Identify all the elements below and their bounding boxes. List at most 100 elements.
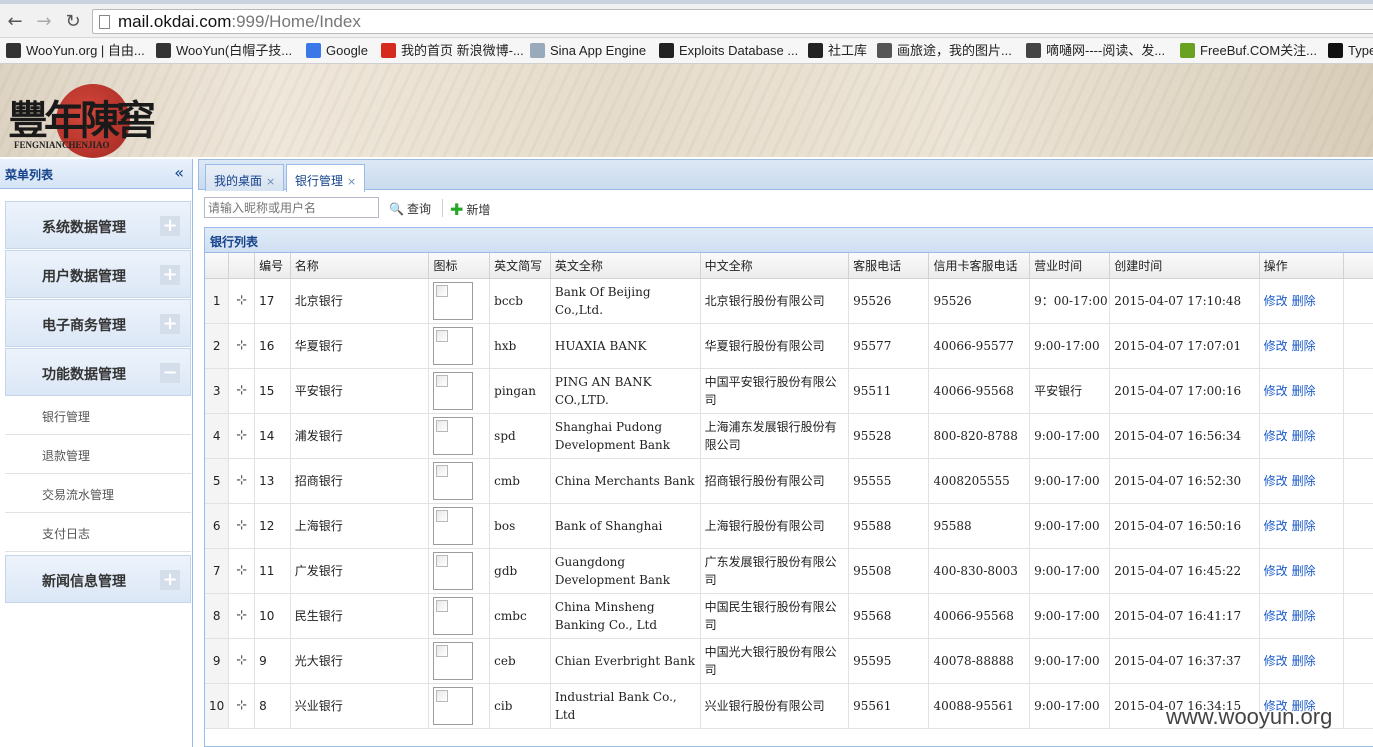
expand-row-icon[interactable]: ⊹ — [228, 683, 256, 729]
column-header[interactable]: 创建时间 — [1109, 253, 1260, 279]
sidebar-item-payment-log[interactable]: 支付日志 — [5, 513, 191, 552]
edit-link[interactable]: 修改 — [1264, 609, 1288, 623]
url-text[interactable]: mail.okdai.com:999/Home/Index — [118, 12, 361, 32]
wooyun-icon — [6, 43, 21, 58]
bookmark-item[interactable]: 画旅途，我的图片... — [877, 42, 1012, 60]
expand-row-icon[interactable]: ⊹ — [228, 503, 256, 549]
delete-link[interactable]: 删除 — [1292, 654, 1316, 668]
table-row[interactable]: 8 ⊹ 10 民生银行 cmbc China Minsheng Banking Co., … — [205, 593, 1373, 639]
edit-link[interactable]: 修改 — [1264, 384, 1288, 398]
back-icon[interactable]: ← — [4, 11, 26, 33]
sidebar-item-transactions[interactable]: 交易流水管理 — [5, 474, 191, 513]
row-number: 1 — [205, 278, 230, 324]
expand-toggle-icon[interactable]: + — [160, 216, 180, 236]
sidebar-item-bank[interactable]: 银行管理 — [5, 396, 191, 435]
edit-link[interactable]: 修改 — [1264, 519, 1288, 533]
table-row[interactable]: 4 ⊹ 14 浦发银行 spd Shanghai Pudong Development B… — [205, 413, 1373, 459]
expand-toggle-icon[interactable]: + — [160, 570, 180, 590]
cell-id: 16 — [254, 323, 291, 369]
close-icon[interactable]: × — [266, 175, 275, 188]
tab-desktop[interactable]: 我的桌面 × — [205, 164, 285, 191]
cell-service-phone: 95528 — [848, 413, 930, 459]
bookmark-item[interactable]: Google — [306, 42, 368, 60]
bookmark-item[interactable]: 社工库 — [808, 42, 867, 60]
sidebar-section-user-data[interactable]: 用户数据管理 + — [5, 250, 191, 298]
delete-link[interactable]: 删除 — [1292, 609, 1316, 623]
bookmark-item[interactable]: Exploits Database ... — [659, 42, 798, 60]
delete-link[interactable]: 删除 — [1292, 564, 1316, 578]
expand-toggle-icon[interactable]: − — [160, 363, 180, 383]
reload-icon[interactable]: ↻ — [62, 11, 84, 33]
bookmark-item[interactable]: Sina App Engine — [530, 42, 646, 60]
sidebar-section-system-data[interactable]: 系统数据管理 + — [5, 201, 191, 249]
expand-row-icon[interactable]: ⊹ — [228, 638, 256, 684]
query-button[interactable]: 🔍 查询 — [389, 200, 431, 217]
delete-link[interactable]: 删除 — [1292, 519, 1316, 533]
column-header[interactable]: 编号 — [254, 253, 291, 279]
tab-bank-management[interactable]: 银行管理 × — [286, 164, 366, 192]
column-header[interactable]: 操作 — [1259, 253, 1345, 279]
edit-link[interactable]: 修改 — [1264, 654, 1288, 668]
delete-link[interactable]: 删除 — [1292, 294, 1316, 308]
cell-business-hours: 9：00-17:00 — [1029, 278, 1111, 324]
search-input[interactable] — [204, 197, 379, 218]
column-header[interactable]: 营业时间 — [1029, 253, 1111, 279]
row-number: 5 — [205, 458, 230, 504]
column-header[interactable]: 英文全称 — [550, 253, 701, 279]
sidebar-item-label: 退款管理 — [42, 449, 91, 463]
expand-row-icon[interactable]: ⊹ — [228, 548, 256, 594]
column-header[interactable]: 中文全称 — [700, 253, 850, 279]
sidebar-title: 菜单列表 — [5, 168, 54, 182]
forward-icon[interactable]: → — [33, 11, 55, 33]
expand-row-icon[interactable]: ⊹ — [228, 413, 256, 459]
delete-link[interactable]: 删除 — [1292, 384, 1316, 398]
bookmark-item[interactable]: 我的首页 新浪微博-... — [381, 42, 524, 60]
table-row[interactable]: 9 ⊹ 9 光大银行 ceb Chian Everbright Bank 中国光大银行股份有… — [205, 638, 1373, 684]
column-header[interactable]: 客服电话 — [848, 253, 930, 279]
bookmark-item[interactable]: FreeBuf.COM关注... — [1180, 42, 1317, 60]
column-header[interactable]: 名称 — [290, 253, 430, 279]
expand-row-icon[interactable]: ⊹ — [228, 278, 256, 324]
table-row[interactable]: 6 ⊹ 12 上海银行 bos Bank of Shanghai 上海银行股份有限公司 955… — [205, 503, 1373, 549]
delete-link[interactable]: 删除 — [1292, 339, 1316, 353]
table-row[interactable]: 3 ⊹ 15 平安银行 pingan PING AN BANK CO.,LTD. 中国平安银… — [205, 368, 1373, 414]
expand-row-icon[interactable]: ⊹ — [228, 593, 256, 639]
table-row[interactable]: 5 ⊹ 13 招商银行 cmb China Merchants Bank 招商银行股份有限公… — [205, 458, 1373, 504]
add-button[interactable]: ✚ 新增 — [450, 200, 490, 219]
column-header[interactable]: 图标 — [428, 253, 491, 279]
bookmark-item[interactable]: WooYun.org | 自由... — [6, 42, 145, 60]
sidebar-item-refund[interactable]: 退款管理 — [5, 435, 191, 474]
collapse-icon[interactable]: « — [174, 163, 184, 182]
edit-link[interactable]: 修改 — [1264, 474, 1288, 488]
bookmark-item[interactable]: Type — [1328, 42, 1373, 60]
delete-link[interactable]: 删除 — [1292, 474, 1316, 488]
table-row[interactable]: 1 ⊹ 17 北京银行 bccb Bank Of Beijing Co.,Ltd. 北京银行… — [205, 278, 1373, 324]
table-row[interactable]: 2 ⊹ 16 华夏银行 hxb HUAXIA BANK 华夏银行股份有限公司 95577 400… — [205, 323, 1373, 369]
column-header[interactable] — [228, 253, 256, 279]
bookmark-item[interactable]: WooYun(白帽子技... — [156, 42, 292, 60]
column-header[interactable]: 信用卡客服电话 — [928, 253, 1031, 279]
delete-link[interactable]: 删除 — [1292, 429, 1316, 443]
address-bar[interactable]: mail.okdai.com:999/Home/Index — [92, 9, 1373, 34]
edit-link[interactable]: 修改 — [1264, 564, 1288, 578]
sidebar-section-news[interactable]: 新闻信息管理 + — [5, 555, 191, 603]
edit-link[interactable]: 修改 — [1264, 294, 1288, 308]
column-header[interactable] — [205, 253, 230, 279]
expand-toggle-icon[interactable]: + — [160, 265, 180, 285]
expand-toggle-icon[interactable]: + — [160, 314, 180, 334]
edit-link[interactable]: 修改 — [1264, 339, 1288, 353]
expand-row-icon[interactable]: ⊹ — [228, 323, 256, 369]
cell-id: 13 — [254, 458, 291, 504]
table-row[interactable]: 7 ⊹ 11 广发银行 gdb Guangdong Development Bank 广东发… — [205, 548, 1373, 594]
close-icon[interactable]: × — [347, 175, 356, 188]
expand-row-icon[interactable]: ⊹ — [228, 458, 256, 504]
cell-id: 8 — [254, 683, 291, 729]
sidebar-section-ecommerce[interactable]: 电子商务管理 + — [5, 299, 191, 347]
bookmark-item[interactable]: 嘀嗵网----阅读、发... — [1026, 42, 1165, 60]
column-header[interactable]: 英文简写 — [489, 253, 551, 279]
expand-row-icon[interactable]: ⊹ — [228, 368, 256, 414]
edit-link[interactable]: 修改 — [1264, 429, 1288, 443]
sidebar-section-function-data[interactable]: 功能数据管理 − — [5, 348, 191, 396]
cell-actions: 修改 删除 — [1259, 638, 1345, 684]
site-logo[interactable]: 豐年陳窖 FENGNIANCHENJIAO — [8, 82, 160, 158]
